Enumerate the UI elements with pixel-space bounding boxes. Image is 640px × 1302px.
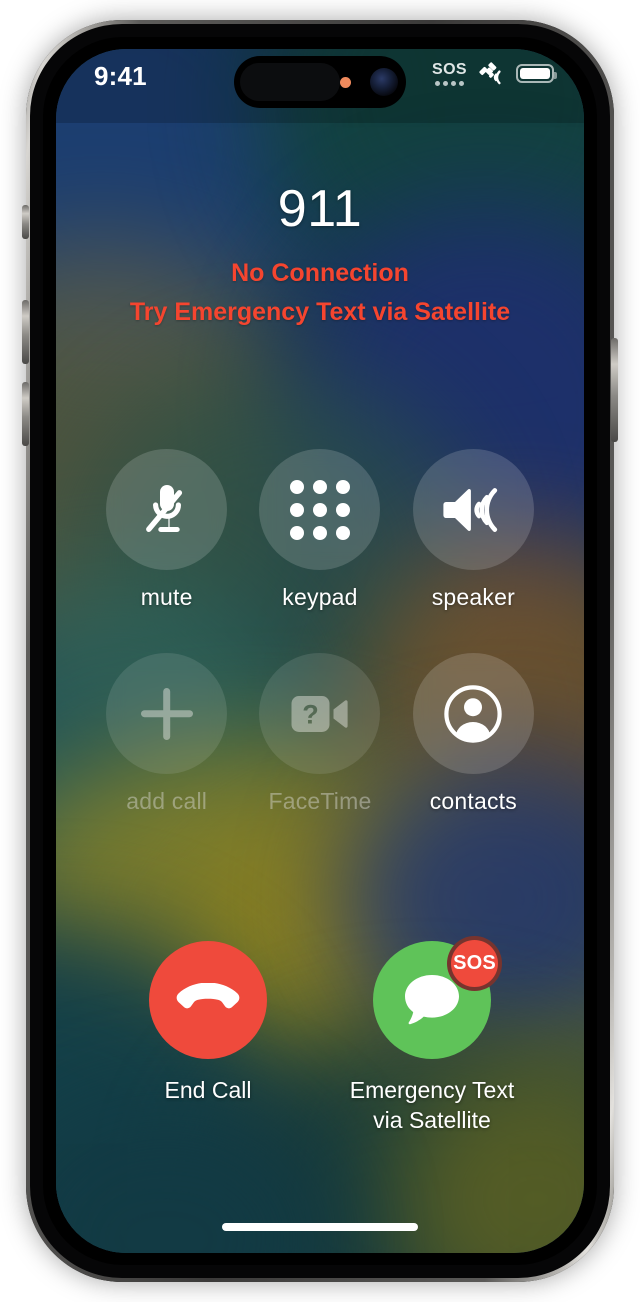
call-status-line-2: Try Emergency Text via Satellite: [129, 297, 511, 326]
power-button[interactable]: [611, 338, 618, 442]
emergency-text-label: Emergency Text via Satellite: [350, 1076, 514, 1135]
keypad-dots-icon: [289, 479, 350, 540]
control-contacts-circle[interactable]: [412, 653, 534, 774]
sos-label: SOS: [432, 60, 467, 78]
control-keypad-label: keypad: [282, 584, 358, 610]
sos-signal-indicator: SOS: [432, 60, 467, 86]
call-controls-grid: mute keypad speaker add call FaceTime co…: [56, 449, 584, 815]
control-contacts[interactable]: contacts: [397, 653, 550, 815]
person-circle-icon: [444, 684, 503, 743]
orange-mic-dot-icon: [340, 76, 351, 88]
silence-switch[interactable]: [22, 205, 29, 239]
dynamic-island[interactable]: [234, 56, 406, 108]
emergency-text-label-line-1: Emergency Text: [349, 1077, 515, 1104]
sos-badge: SOS: [447, 936, 502, 992]
emergency-text-label-line-2: via Satellite: [373, 1106, 491, 1133]
signal-dots: [435, 80, 464, 86]
end-call-action[interactable]: End Call: [118, 941, 298, 1135]
control-keypad[interactable]: keypad: [243, 449, 396, 611]
control-facetime[interactable]: ? FaceTime: [243, 653, 396, 815]
page-title: 911: [277, 180, 363, 238]
status-bar-time: 9:41: [94, 61, 147, 91]
status-bar-right-cluster: SOS: [432, 60, 557, 87]
control-add-call-circle[interactable]: [106, 653, 228, 774]
phone-down-icon: [176, 983, 240, 1009]
control-speaker[interactable]: speaker: [397, 449, 550, 611]
facetime-video-question-icon: ?: [291, 695, 348, 732]
emergency-text-action[interactable]: SOS Emergency Text via Satellite: [342, 936, 522, 1135]
control-speaker-circle[interactable]: [412, 449, 534, 570]
signal-dot: [459, 80, 464, 86]
signal-dot: [435, 80, 440, 86]
call-info: 911 No Connection Try Emergency Text via…: [56, 180, 584, 332]
signal-dot: [443, 80, 448, 86]
dynamic-island-pill: [240, 63, 340, 101]
signal-dot: [451, 80, 456, 86]
front-camera-icon: [370, 68, 398, 96]
satellite-icon: [479, 62, 501, 85]
control-mute-label: mute: [140, 584, 193, 610]
battery-icon: [516, 64, 557, 83]
volume-up-button[interactable]: [22, 300, 29, 364]
control-add-call[interactable]: add call: [90, 653, 243, 815]
phone-screenshot: 9:41 SOS 911 No Connection Try Emergency…: [0, 0, 640, 1302]
control-facetime-circle[interactable]: ?: [259, 653, 381, 774]
end-call-label: End Call: [164, 1077, 252, 1104]
microphone-slash-icon: [145, 484, 182, 532]
volume-down-button[interactable]: [22, 382, 29, 446]
call-actions: End Call SOS Emergency Text via Satellit…: [56, 936, 584, 1135]
plus-icon: [140, 687, 193, 740]
control-add-call-label: add call: [126, 788, 208, 814]
control-speaker-label: speaker: [431, 584, 515, 610]
phone-screen: 9:41 SOS 911 No Connection Try Emergency…: [56, 49, 584, 1253]
call-status-line-1: No Connection: [231, 259, 409, 288]
battery-level-fill: [520, 68, 550, 79]
speaker-waves-icon: [443, 487, 498, 532]
emergency-text-button[interactable]: SOS: [373, 936, 502, 1060]
control-facetime-label: FaceTime: [268, 788, 372, 814]
end-call-button[interactable]: [149, 941, 267, 1060]
control-keypad-circle[interactable]: [259, 449, 381, 570]
control-mute[interactable]: mute: [90, 449, 243, 611]
control-contacts-label: contacts: [429, 788, 517, 814]
control-mute-circle[interactable]: [106, 449, 228, 570]
home-indicator[interactable]: [222, 1223, 418, 1231]
call-status-text: No Connection Try Emergency Text via Sat…: [56, 254, 584, 332]
